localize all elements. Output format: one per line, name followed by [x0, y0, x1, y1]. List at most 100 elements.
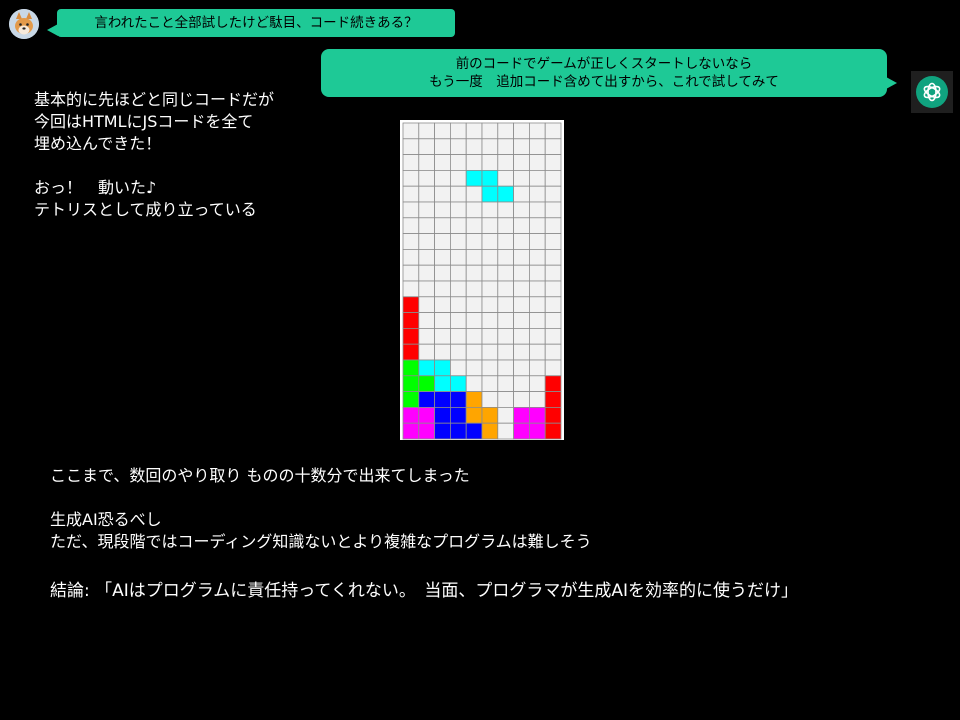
- tetris-cell-filled: [434, 375, 451, 393]
- tetris-cell-empty: [544, 138, 562, 155]
- tetris-cell-filled: [402, 327, 420, 345]
- tetris-cell-filled: [481, 422, 499, 440]
- tetris-cell-filled: [418, 375, 435, 393]
- tetris-cell-empty: [528, 185, 546, 203]
- tetris-cell-empty: [544, 312, 562, 329]
- tetris-cell-empty: [465, 280, 483, 298]
- tetris-cell-empty: [544, 170, 562, 187]
- tetris-cell-empty: [497, 359, 515, 377]
- tetris-cell-empty: [465, 296, 483, 314]
- tetris-cell-empty: [513, 122, 530, 140]
- tetris-cell-empty: [418, 280, 435, 298]
- tetris-cell-empty: [497, 422, 515, 440]
- tetris-cell-empty: [481, 375, 499, 393]
- tetris-cell-empty: [465, 264, 483, 282]
- tetris-cell-empty: [513, 248, 530, 266]
- ai-message-line-1: 前のコードでゲームが正しくスタートしないなら: [455, 56, 753, 72]
- tetris-cell-empty: [513, 201, 530, 219]
- tetris-cell-empty: [528, 154, 546, 171]
- tetris-cell-empty: [497, 264, 515, 282]
- tetris-cell-filled: [402, 343, 420, 361]
- tetris-cell-empty: [465, 122, 483, 140]
- tetris-cell-filled: [513, 406, 530, 424]
- tetris-cell-filled: [434, 406, 451, 424]
- tetris-cell-filled: [450, 422, 467, 440]
- tetris-cell-empty: [497, 233, 515, 250]
- tetris-cell-filled: [481, 406, 499, 424]
- tetris-cell-filled: [465, 170, 483, 187]
- tetris-cell-filled: [402, 391, 420, 408]
- tetris-cell-empty: [481, 343, 499, 361]
- tetris-cell-empty: [497, 391, 515, 408]
- tetris-cell-filled: [418, 391, 435, 408]
- tetris-cell-empty: [418, 170, 435, 187]
- tetris-cell-empty: [418, 312, 435, 329]
- tetris-cell-filled: [450, 391, 467, 408]
- tetris-cell-empty: [465, 375, 483, 393]
- tetris-cell-empty: [418, 154, 435, 171]
- tetris-cell-empty: [513, 343, 530, 361]
- tetris-cell-empty: [528, 296, 546, 314]
- tetris-cell-empty: [528, 391, 546, 408]
- tetris-cell-empty: [497, 154, 515, 171]
- ai-message-bubble: 前のコードでゲームが正しくスタートしないなら もう一度 追加コード含めて出すから…: [321, 49, 897, 97]
- tetris-cell-empty: [513, 264, 530, 282]
- tetris-cell-empty: [465, 359, 483, 377]
- tetris-cell-empty: [544, 154, 562, 171]
- tetris-cell-empty: [544, 185, 562, 203]
- tetris-cell-empty: [434, 296, 451, 314]
- tetris-cell-empty: [450, 217, 467, 235]
- tetris-cell-filled: [402, 406, 420, 424]
- tetris-cell-filled: [465, 422, 483, 440]
- tetris-cell-empty: [418, 327, 435, 345]
- tetris-cell-filled: [450, 375, 467, 393]
- tetris-cell-filled: [544, 406, 562, 424]
- tetris-cell-empty: [513, 359, 530, 377]
- tetris-cell-empty: [481, 327, 499, 345]
- tetris-cell-empty: [418, 343, 435, 361]
- tetris-cell-empty: [450, 343, 467, 361]
- tetris-cell-empty: [497, 343, 515, 361]
- tetris-cell-empty: [513, 170, 530, 187]
- tetris-cell-empty: [528, 170, 546, 187]
- tetris-cell-empty: [544, 122, 562, 140]
- tetris-cell-empty: [434, 248, 451, 266]
- tetris-cell-empty: [465, 138, 483, 155]
- tetris-cell-empty: [434, 312, 451, 329]
- tetris-cell-empty: [544, 343, 562, 361]
- tetris-cell-empty: [481, 280, 499, 298]
- tetris-cell-empty: [434, 280, 451, 298]
- tetris-cell-empty: [434, 201, 451, 219]
- tetris-cell-empty: [513, 391, 530, 408]
- tetris-cell-empty: [450, 138, 467, 155]
- tetris-cell-empty: [434, 233, 451, 250]
- tetris-cell-empty: [418, 122, 435, 140]
- tetris-cell-empty: [450, 154, 467, 171]
- tetris-cell-empty: [528, 138, 546, 155]
- tetris-cell-empty: [513, 217, 530, 235]
- tetris-cell-empty: [481, 296, 499, 314]
- tetris-cell-empty: [544, 201, 562, 219]
- tetris-cell-empty: [513, 233, 530, 250]
- tetris-cell-empty: [481, 233, 499, 250]
- tetris-cell-empty: [450, 312, 467, 329]
- tetris-cell-filled: [402, 359, 420, 377]
- tetris-cell-empty: [434, 185, 451, 203]
- tetris-cell-filled: [402, 312, 420, 329]
- tetris-cell-empty: [402, 185, 420, 203]
- tetris-cell-empty: [465, 185, 483, 203]
- tetris-cell-filled: [418, 406, 435, 424]
- tetris-cell-empty: [434, 264, 451, 282]
- tetris-cell-empty: [528, 201, 546, 219]
- tetris-cell-empty: [481, 264, 499, 282]
- tetris-cell-filled: [544, 422, 562, 440]
- tetris-cell-filled: [402, 375, 420, 393]
- chatgpt-logo-icon: [923, 82, 941, 102]
- tetris-cell-empty: [544, 248, 562, 266]
- tetris-cell-empty: [450, 296, 467, 314]
- tetris-cell-empty: [450, 185, 467, 203]
- tetris-cell-empty: [402, 138, 420, 155]
- tetris-cell-empty: [497, 406, 515, 424]
- tetris-cell-empty: [528, 327, 546, 345]
- tetris-cell-empty: [481, 359, 499, 377]
